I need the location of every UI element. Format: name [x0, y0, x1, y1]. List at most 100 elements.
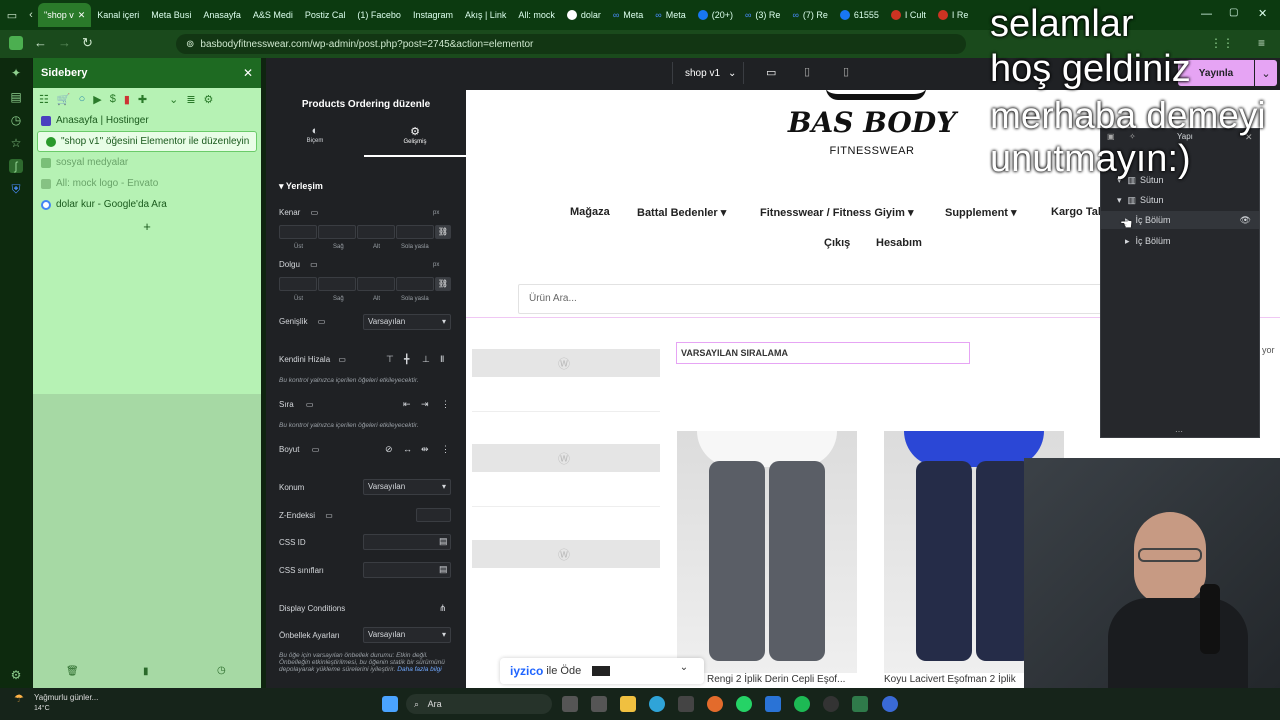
circle-icon[interactable]: ○	[79, 93, 86, 105]
margin-top-input[interactable]	[279, 225, 317, 239]
section-layout[interactable]: ▾ Yerleşim	[279, 181, 323, 192]
padding-unit-select[interactable]: px	[433, 262, 439, 268]
desktop-view-icon[interactable]: ▭	[766, 66, 776, 79]
sidebar-item-anasayfa[interactable]: Anasayfa | Hostinger	[33, 110, 261, 131]
cache-select[interactable]: Varsayılan ▾	[363, 627, 451, 643]
margin-right-input[interactable]	[318, 225, 356, 239]
menu-icon[interactable]: ≡	[1258, 36, 1265, 50]
tab-tree-icon[interactable]: ☷	[39, 93, 49, 106]
sidebar-item-dolar[interactable]: dolar kur - Google'da Ara	[33, 194, 261, 215]
sidebar-item-mock-logo[interactable]: All: mock logo - Envato	[33, 173, 261, 194]
tab-instagram[interactable]: Instagram	[407, 3, 459, 27]
shield-icon[interactable]: ⛨	[9, 182, 23, 196]
reload-icon[interactable]: ↻	[82, 35, 93, 51]
obs-icon[interactable]	[823, 696, 839, 712]
align-bottom-icon[interactable]: ⊥	[422, 354, 430, 365]
sidebar-toggle-icon[interactable]	[9, 36, 23, 50]
padding-top-input[interactable]	[279, 277, 317, 291]
start-icon[interactable]	[382, 696, 398, 712]
display-conditions-icon[interactable]: ⋔	[439, 603, 447, 614]
play-icon[interactable]: ▶	[93, 93, 101, 106]
tab-meta-busi[interactable]: Meta Busi	[145, 3, 197, 27]
eye-icon[interactable]: 👁	[1240, 215, 1251, 226]
close-tab-icon[interactable]: ✕	[78, 10, 86, 21]
forward-icon[interactable]: →	[58, 35, 71, 50]
payment-expand-button[interactable]: ⌄	[670, 662, 698, 680]
size-grow-icon[interactable]: ↔	[403, 444, 412, 454]
css-classes-input[interactable]	[363, 562, 451, 578]
clock-icon[interactable]: ◷	[217, 665, 226, 676]
close-icon[interactable]: ✕	[243, 66, 253, 80]
product-name[interactable]: Koyu Lacivert Eşofman 2 İplik	[884, 674, 1016, 685]
product-search-input[interactable]: Ürün Ara...	[518, 284, 1158, 314]
align-top-icon[interactable]: ⊤	[386, 354, 394, 365]
position-select[interactable]: Varsayılan ▾	[363, 479, 451, 495]
tab-list-icon[interactable]: ▭	[0, 9, 24, 22]
site-logo[interactable]: BAS BODY	[772, 106, 972, 139]
bookmark-icon[interactable]: ▮	[143, 666, 149, 677]
tab-as-medi[interactable]: A&S Medi	[247, 3, 299, 27]
history-icon[interactable]: ◷	[9, 113, 23, 127]
tag-icon[interactable]: ▮	[124, 93, 130, 106]
nav-supplement[interactable]: Supplement ▾	[945, 206, 1017, 219]
align-middle-icon[interactable]: ╋	[404, 354, 409, 365]
back-tabs-icon[interactable]: ‹	[24, 9, 38, 21]
tab-fb-20[interactable]: (20+)	[692, 3, 739, 27]
weather-icon[interactable]: ☂	[14, 692, 24, 705]
settings-icon[interactable]: ⚙	[9, 668, 23, 682]
new-tab-button[interactable]: +	[33, 219, 261, 234]
tab-cult[interactable]: I Cult	[885, 3, 932, 27]
bookmark-tree-icon[interactable]: ▤	[9, 90, 23, 104]
todo-icon[interactable]	[765, 696, 781, 712]
tab-shop-v1[interactable]: "shop v ✕	[38, 3, 92, 27]
order-more-icon[interactable]: ⋮	[441, 399, 450, 410]
spotify-icon[interactable]	[794, 696, 810, 712]
ordering-select[interactable]: VARSAYILAN SIRALAMA	[676, 342, 970, 364]
browser-icon[interactable]	[707, 696, 723, 712]
nav-hesabim[interactable]: Hesabım	[876, 237, 922, 249]
folder-icon[interactable]	[620, 696, 636, 712]
tab-meta-2[interactable]: ∞ Meta	[649, 3, 691, 27]
sidebar-item-sosyal[interactable]: sosyal medyalar	[33, 152, 261, 173]
nav-magaza[interactable]: Mağaza	[570, 206, 610, 218]
taskbar-search[interactable]: ⌕ Ara	[406, 694, 552, 714]
app-icon[interactable]	[882, 696, 898, 712]
order-end-icon[interactable]: ⇥	[421, 399, 429, 410]
maximize-window-icon[interactable]: ▢	[1229, 7, 1238, 18]
tab-61555[interactable]: 61555	[834, 3, 885, 27]
minimize-window-icon[interactable]: —	[1201, 8, 1212, 20]
list-icon[interactable]: ≣	[186, 93, 195, 106]
dynamic-tags-icon[interactable]: ▤	[439, 536, 448, 547]
size-none-icon[interactable]: ⊘	[385, 444, 393, 455]
address-bar[interactable]: ⊚ basbodyfitnesswear.com/wp-admin/post.p…	[176, 34, 966, 54]
extensions-icon[interactable]: ⋮⋮	[1210, 36, 1234, 50]
link-values-button[interactable]: ⛓	[435, 225, 451, 239]
ai-sparkle-icon[interactable]: ✦	[9, 66, 23, 80]
store-icon[interactable]	[678, 696, 694, 712]
star-icon[interactable]: ☆	[9, 136, 23, 150]
link-values-button[interactable]: ⛓	[435, 277, 451, 291]
margin-bottom-input[interactable]	[357, 225, 395, 239]
tab-meta-1[interactable]: ∞ Meta	[607, 3, 649, 27]
nav-cikis[interactable]: Çıkış	[824, 237, 850, 249]
publish-options-button[interactable]: ⌄	[1255, 60, 1277, 86]
trash-icon[interactable]: 🗑	[66, 666, 79, 677]
product-card[interactable]	[677, 431, 857, 673]
gear-icon[interactable]: ⚙	[204, 93, 214, 106]
site-info-icon[interactable]: ⊚	[186, 39, 194, 50]
size-more-icon[interactable]: ⋮	[441, 444, 450, 455]
structure-row-ic-bolum[interactable]: ▸ İç Bölüm	[1101, 232, 1259, 250]
tab-linkedin[interactable]: Akış | Link	[459, 3, 512, 27]
dynamic-tags-icon[interactable]: ▤	[439, 564, 448, 575]
tab-kanal[interactable]: Kanal içeri	[91, 3, 145, 27]
cart-icon[interactable]: 🛒	[57, 93, 71, 106]
zindex-input[interactable]	[416, 508, 451, 522]
nav-fitnesswear[interactable]: Fitnesswear / Fitness Giyim ▾	[760, 206, 913, 219]
padding-right-input[interactable]	[318, 277, 356, 291]
tab-anasayfa[interactable]: Anasayfa	[197, 3, 247, 27]
structure-row-sutun[interactable]: ▾ ▥ Sütun	[1101, 191, 1259, 209]
sidebar-item-shop-v1[interactable]: "shop v1" öğesini Elementor ile düzenley…	[37, 131, 257, 152]
order-start-icon[interactable]: ⇤	[403, 399, 411, 410]
margin-left-input[interactable]	[396, 225, 434, 239]
close-window-icon[interactable]: ✕	[1258, 7, 1267, 20]
